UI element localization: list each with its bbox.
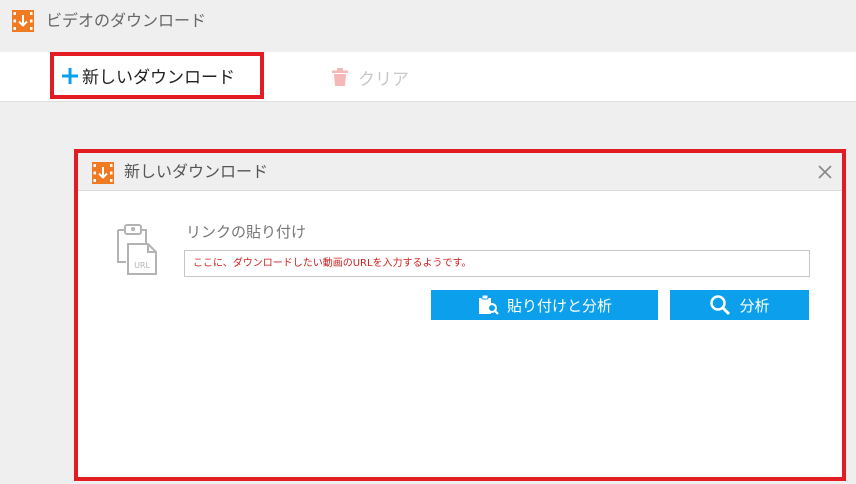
paste-and-analyze-label: 貼り付けと分析	[506, 296, 612, 315]
app-title: ビデオのダウンロード	[46, 11, 207, 30]
clear-button[interactable]: クリア	[332, 64, 409, 90]
toolbar: 新しいダウンロード クリア	[0, 52, 856, 102]
analyze-label: 分析	[739, 296, 770, 315]
svg-text:URL: URL	[134, 261, 150, 270]
url-input[interactable]	[184, 250, 810, 277]
title-bar: ビデオのダウンロード	[0, 0, 856, 42]
paste-search-icon	[478, 294, 499, 315]
app-logo-icon	[92, 162, 114, 184]
new-download-button[interactable]: 新しいダウンロード	[50, 52, 264, 99]
search-icon	[710, 295, 731, 316]
close-icon[interactable]	[816, 163, 834, 181]
paste-link-label: リンクの貼り付け	[186, 223, 307, 241]
dialog-header: 新しいダウンロード	[78, 153, 842, 191]
trash-icon	[332, 68, 348, 86]
url-clipboard-icon: URL	[117, 224, 157, 275]
clear-label: クリア	[358, 69, 409, 90]
app-logo-icon	[12, 10, 34, 32]
new-download-label: 新しいダウンロード	[82, 68, 235, 88]
new-download-dialog: 新しいダウンロード URL リンクの貼り付け 貼り付けと分析 分析	[74, 149, 846, 481]
dialog-title: 新しいダウンロード	[124, 162, 269, 181]
paste-and-analyze-button[interactable]: 貼り付けと分析	[431, 290, 658, 320]
plus-icon	[62, 67, 78, 84]
analyze-button[interactable]: 分析	[670, 290, 809, 320]
